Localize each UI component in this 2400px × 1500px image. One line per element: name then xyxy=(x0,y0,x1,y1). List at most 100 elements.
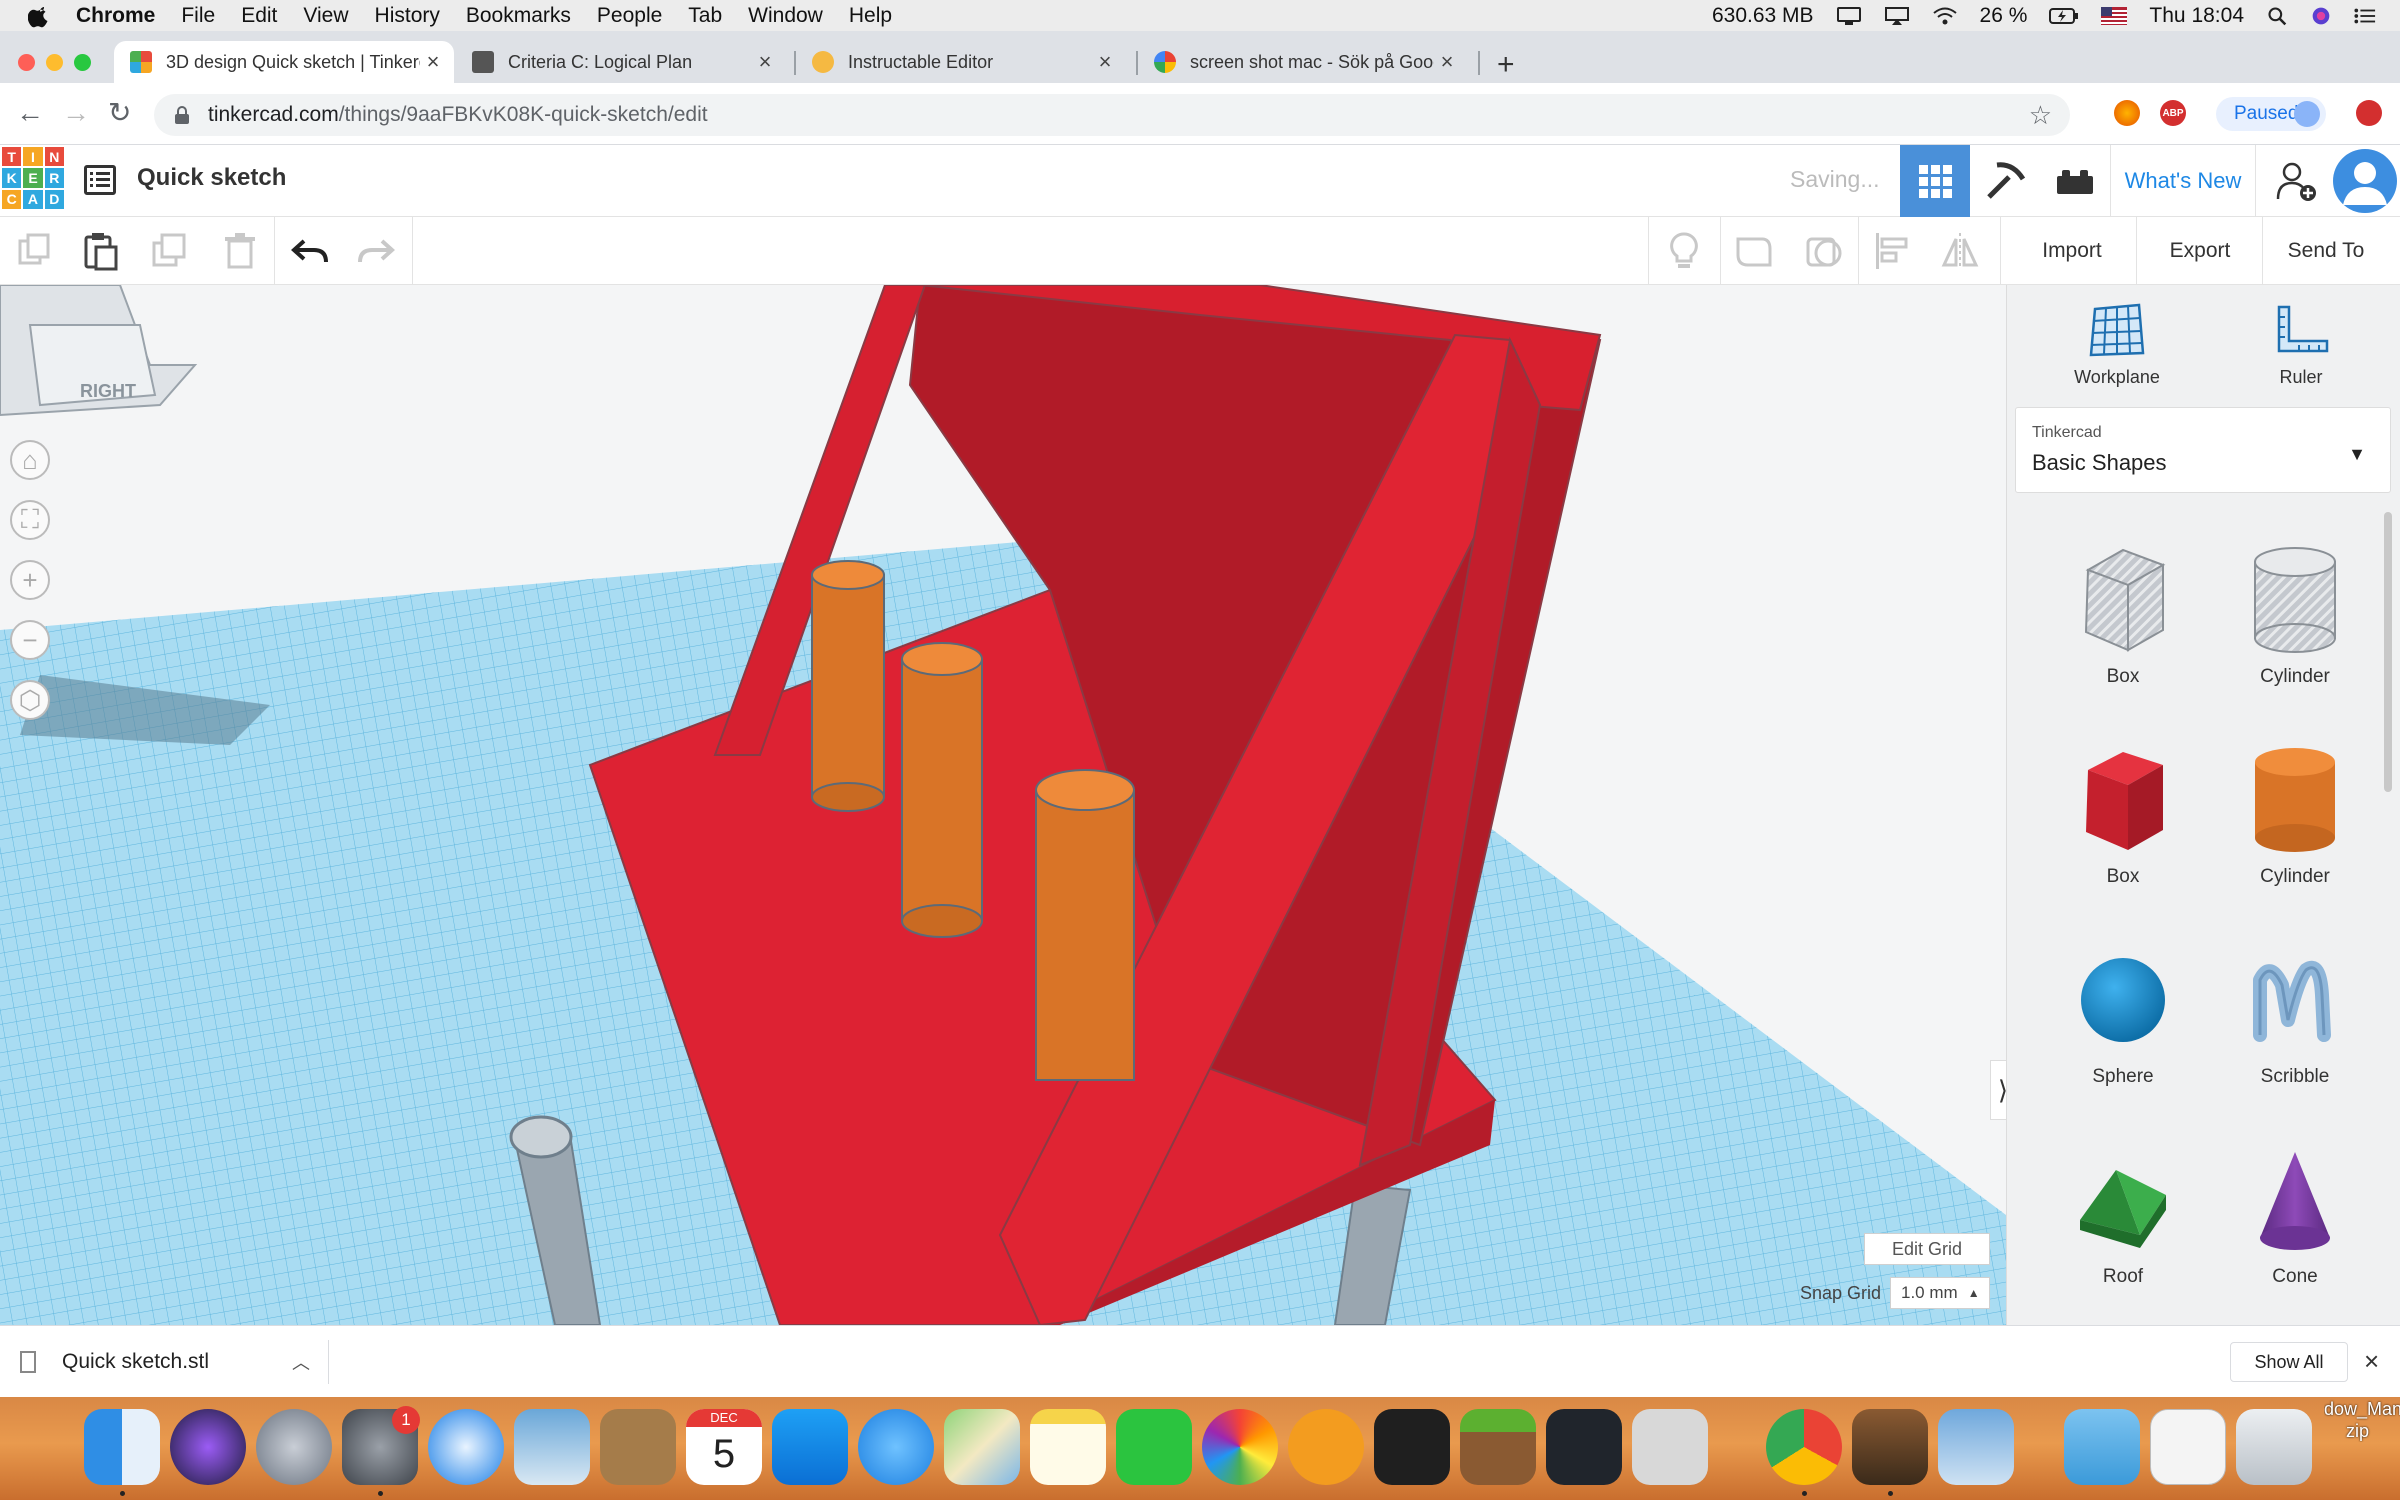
clock[interactable]: Thu 18:04 xyxy=(2149,4,2244,28)
shape-cylinder-hole[interactable]: Cylinder xyxy=(2215,540,2375,688)
tab-google-search[interactable]: screen shot mac - Sök på Google × xyxy=(1138,41,1468,83)
maps-icon[interactable] xyxy=(944,1409,1020,1485)
window-zoom-button[interactable] xyxy=(74,54,91,71)
menu-bookmarks[interactable]: Bookmarks xyxy=(466,4,571,28)
align-icon[interactable] xyxy=(1872,231,1912,271)
ruler-tool-button[interactable]: Ruler xyxy=(2231,303,2371,388)
extension-red-icon[interactable] xyxy=(2356,100,2382,126)
peg-1[interactable] xyxy=(811,574,885,798)
chrome-icon[interactable] xyxy=(1766,1409,1842,1485)
import-button[interactable]: Import xyxy=(2014,229,2130,273)
menu-people[interactable]: People xyxy=(597,4,662,28)
address-bar[interactable]: tinkercad.com/things/9aaFBKvK08K-quick-s… xyxy=(154,94,2070,136)
chevron-up-icon[interactable]: ︿ xyxy=(292,1349,310,1375)
snap-grid-select[interactable]: 1.0 mm ▲ xyxy=(1890,1277,1990,1309)
menu-app-name[interactable]: Chrome xyxy=(76,4,155,28)
show-all-button[interactable]: Show All xyxy=(2230,1342,2348,1382)
bookmark-star-icon[interactable]: ☆ xyxy=(2029,100,2052,131)
fit-view-icon[interactable]: ⛶ xyxy=(10,500,50,540)
minecraft-icon[interactable] xyxy=(1460,1409,1536,1485)
nox-player-icon[interactable] xyxy=(1546,1409,1622,1485)
menu-file[interactable]: File xyxy=(181,4,215,28)
peg-2[interactable] xyxy=(901,658,983,922)
preview-icon[interactable] xyxy=(1938,1409,2014,1485)
bricks-view-button[interactable] xyxy=(2040,145,2110,217)
tinkercad-logo[interactable]: T I N K E R C A D xyxy=(2,147,64,209)
tab-close-icon[interactable]: × xyxy=(420,49,446,75)
menu-view[interactable]: View xyxy=(303,4,348,28)
panel-scrollbar[interactable] xyxy=(2384,512,2392,792)
mirror-icon[interactable] xyxy=(1940,231,1980,271)
3d-design-view-button[interactable] xyxy=(1900,145,1970,217)
lightbulb-notes-icon[interactable] xyxy=(1664,231,1704,271)
roblox-icon[interactable] xyxy=(1632,1409,1708,1485)
reload-icon[interactable]: ↻ xyxy=(108,99,131,127)
group-icon[interactable] xyxy=(1734,231,1774,271)
zoom-out-icon[interactable]: − xyxy=(10,620,50,660)
new-tab-button[interactable]: + xyxy=(1497,50,1515,80)
tab-criteria-c[interactable]: Criteria C: Logical Plan × xyxy=(456,41,786,83)
trash-icon[interactable] xyxy=(2236,1409,2312,1485)
redo-icon[interactable] xyxy=(356,231,396,271)
adblock-plus-icon[interactable]: ABP xyxy=(2160,100,2186,126)
panel-collapse-button[interactable]: ⟩ xyxy=(1990,1060,2006,1120)
menu-edit[interactable]: Edit xyxy=(241,4,277,28)
user-avatar[interactable] xyxy=(2330,145,2400,217)
siri-icon[interactable] xyxy=(2310,6,2332,26)
safari-icon[interactable] xyxy=(428,1409,504,1485)
finder-icon[interactable] xyxy=(84,1409,160,1485)
duplicate-icon[interactable] xyxy=(150,231,190,271)
menu-window[interactable]: Window xyxy=(748,4,823,28)
launchpad-icon[interactable] xyxy=(256,1409,332,1485)
shape-roof[interactable]: Roof xyxy=(2043,1140,2203,1288)
window-close-button[interactable] xyxy=(18,54,35,71)
log-file-icon[interactable] xyxy=(2150,1409,2226,1485)
calendar-icon[interactable]: DEC 5 xyxy=(686,1409,762,1485)
monitor-icon[interactable] xyxy=(1836,6,1862,26)
perspective-cube-icon[interactable]: ⬡ xyxy=(10,680,50,720)
window-minimize-button[interactable] xyxy=(46,54,63,71)
notification-center-icon[interactable] xyxy=(2354,6,2376,26)
close-icon[interactable]: × xyxy=(2364,1346,2379,1377)
tab-close-icon[interactable]: × xyxy=(752,49,778,75)
photos-icon[interactable] xyxy=(1202,1409,1278,1485)
fire-extension-icon[interactable] xyxy=(2114,100,2140,126)
notes-icon[interactable] xyxy=(1030,1409,1106,1485)
delete-trash-icon[interactable] xyxy=(220,231,260,271)
copy-icon[interactable] xyxy=(14,231,54,271)
tab-instructable-editor[interactable]: Instructable Editor × xyxy=(796,41,1126,83)
shape-scribble[interactable]: Scribble xyxy=(2215,940,2375,1088)
app-store-icon[interactable] xyxy=(772,1409,848,1485)
books-icon[interactable] xyxy=(1288,1409,1364,1485)
tab-close-icon[interactable]: × xyxy=(1092,49,1118,75)
design-list-icon[interactable] xyxy=(84,165,116,195)
tab-close-icon[interactable]: × xyxy=(1434,49,1460,75)
zoom-in-icon[interactable]: + xyxy=(10,560,50,600)
shape-cone[interactable]: Cone xyxy=(2215,1140,2375,1288)
blocks-view-button[interactable] xyxy=(1970,145,2040,217)
3d-scene[interactable]: RIGHT xyxy=(0,285,2006,1325)
shape-box[interactable]: Box xyxy=(2043,740,2203,888)
plex-icon[interactable] xyxy=(1374,1409,1450,1485)
siri-icon[interactable] xyxy=(170,1409,246,1485)
spotlight-search-icon[interactable] xyxy=(2266,6,2288,26)
shape-box-hole[interactable]: Box xyxy=(2043,540,2203,688)
shape-sphere[interactable]: Sphere xyxy=(2043,940,2203,1088)
wifi-icon[interactable] xyxy=(1932,6,1958,26)
messages-icon[interactable] xyxy=(858,1409,934,1485)
menu-help[interactable]: Help xyxy=(849,4,892,28)
invite-user-button[interactable] xyxy=(2262,145,2330,217)
shape-cylinder[interactable]: Cylinder xyxy=(2215,740,2375,888)
apple-icon[interactable] xyxy=(28,4,52,28)
undo-icon[interactable] xyxy=(290,231,330,271)
home-view-icon[interactable]: ⌂ xyxy=(10,440,50,480)
download-item[interactable]: Quick sketch.stl ︿ xyxy=(20,1340,320,1384)
design-title[interactable]: Quick sketch xyxy=(137,164,286,192)
peg-3[interactable] xyxy=(1035,789,1135,1081)
memory-readout[interactable]: 630.63 MB xyxy=(1712,4,1814,28)
edit-grid-button[interactable]: Edit Grid xyxy=(1864,1233,1990,1265)
whats-new-link[interactable]: What's New xyxy=(2110,145,2256,217)
send-to-button[interactable]: Send To xyxy=(2268,229,2384,273)
contacts-icon[interactable] xyxy=(600,1409,676,1485)
lock-icon[interactable] xyxy=(174,106,190,124)
